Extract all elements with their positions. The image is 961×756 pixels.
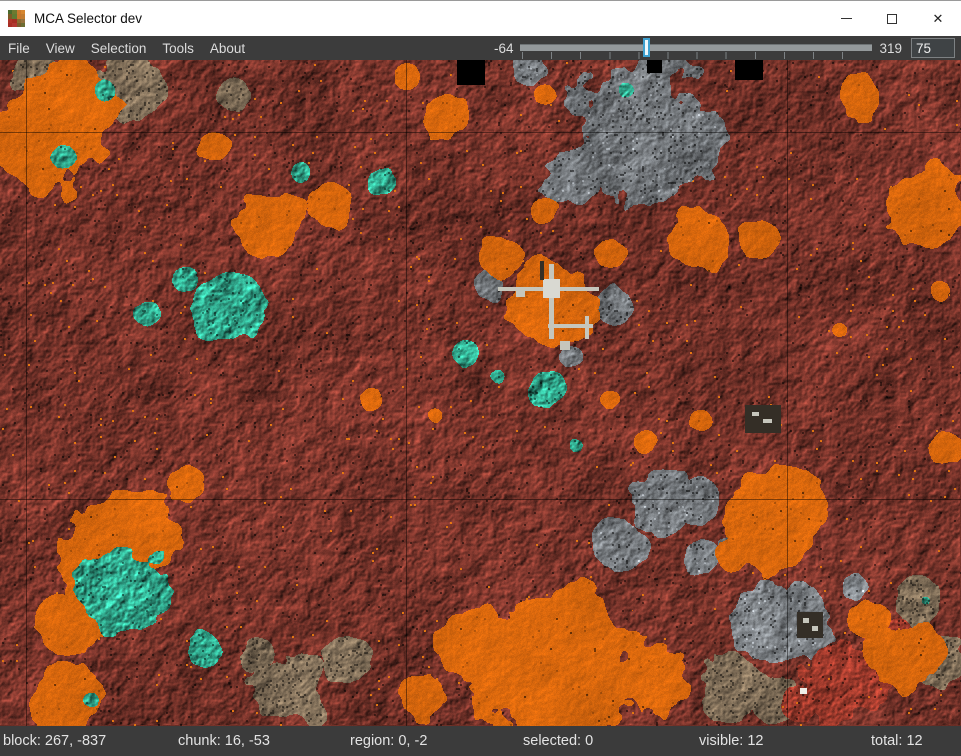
menu-item-file[interactable]: File: [0, 36, 38, 60]
height-slider-thumb[interactable]: [643, 38, 650, 57]
height-slider-track[interactable]: [520, 44, 872, 51]
title-bar: MCA Selector dev ✕: [0, 0, 961, 36]
height-input[interactable]: [911, 38, 955, 58]
close-button[interactable]: ✕: [915, 1, 961, 36]
window-controls: ✕: [823, 1, 961, 36]
map-canvas[interactable]: [0, 60, 961, 726]
window-title: MCA Selector dev: [34, 11, 142, 26]
height-slider-min-label: -64: [487, 41, 521, 56]
minimize-icon: [841, 18, 852, 19]
menu-item-about[interactable]: About: [202, 36, 253, 60]
close-icon: ✕: [933, 11, 944, 27]
status-bar: block: 267, -837 chunk: 16, -53 region: 0,…: [0, 726, 961, 756]
menu-bar: FileViewSelectionToolsAbout -64 319: [0, 36, 961, 60]
height-slider[interactable]: [520, 36, 872, 60]
maximize-button[interactable]: [869, 1, 915, 36]
maximize-icon: [887, 14, 897, 24]
status-region: region: 0, -2: [350, 726, 427, 756]
menu-item-tools[interactable]: Tools: [154, 36, 202, 60]
height-slider-max-label: 319: [872, 41, 909, 56]
status-chunk: chunk: 16, -53: [178, 726, 270, 756]
menu-item-selection[interactable]: Selection: [83, 36, 155, 60]
mca-selector-window: { "window": { "title": "MCA Selector dev…: [0, 0, 961, 756]
status-total: total: 12: [871, 726, 923, 756]
status-selected: selected: 0: [523, 726, 593, 756]
menu-item-view[interactable]: View: [38, 36, 83, 60]
status-visible: visible: 12: [699, 726, 763, 756]
height-slider-ticks: [522, 52, 871, 59]
app-icon: [8, 10, 25, 27]
minimize-button[interactable]: [823, 1, 869, 36]
map-viewport: [0, 60, 961, 726]
status-block: block: 267, -837: [3, 726, 106, 756]
